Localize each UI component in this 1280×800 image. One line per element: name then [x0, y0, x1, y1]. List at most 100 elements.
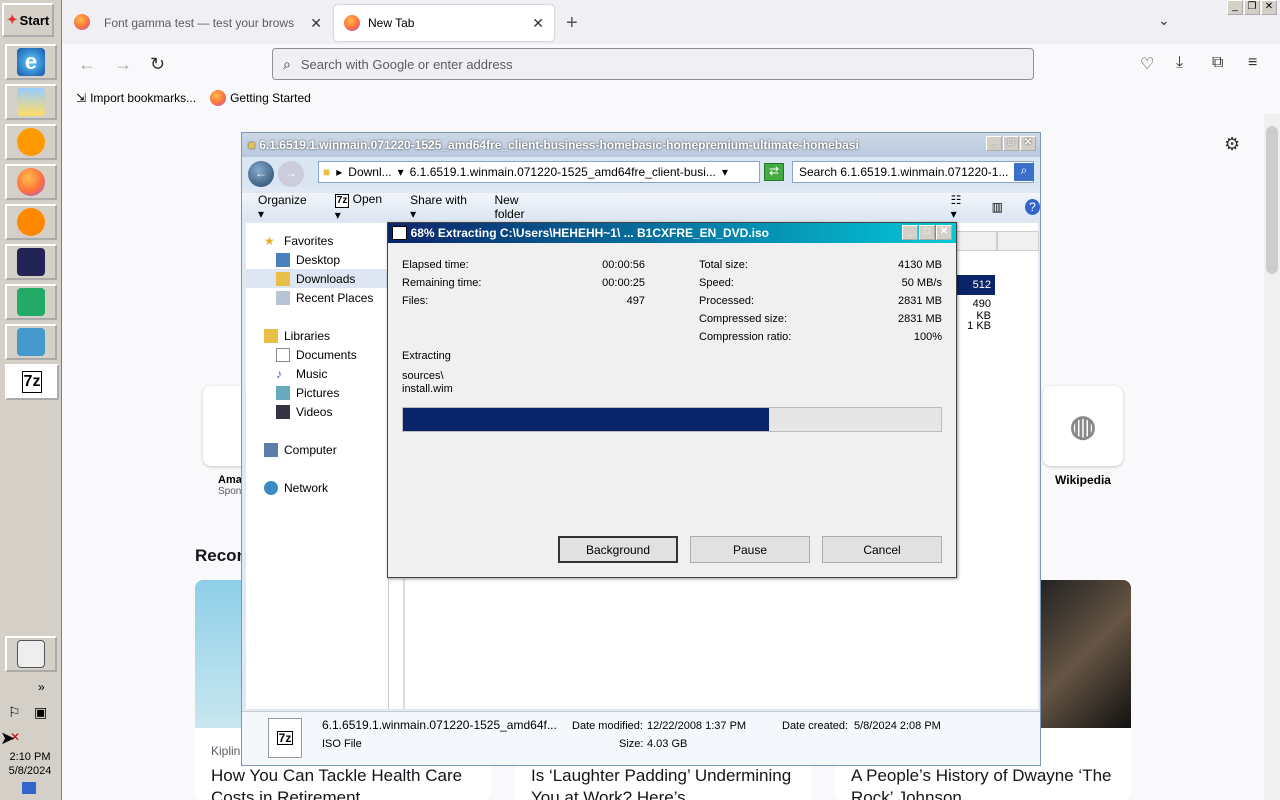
- nav-libraries[interactable]: Libraries: [264, 326, 406, 345]
- nav-downloads[interactable]: Downloads: [246, 269, 388, 288]
- shortcut-wikipedia-tile[interactable]: ◍: [1043, 386, 1123, 466]
- taskbar-ie-icon[interactable]: e: [5, 44, 57, 80]
- pocket-icon[interactable]: ♡: [1140, 54, 1154, 74]
- reload-icon[interactable]: ↻: [150, 54, 165, 75]
- dialog-title-bar[interactable]: 7z 68% Extracting C:\Users\HEHEHH~1\ ...…: [388, 223, 956, 243]
- taskbar-cpu-icon[interactable]: [5, 244, 57, 280]
- stat-label: Elapsed time:: [402, 259, 469, 271]
- close-tab-icon[interactable]: ✕: [310, 15, 322, 32]
- 7zip-icon: 7z: [334, 194, 350, 208]
- background-button[interactable]: Background: [558, 536, 678, 563]
- current-file: install.wim: [402, 383, 453, 395]
- desktop-icon: [276, 252, 290, 267]
- close-window-icon[interactable]: ✕: [1261, 0, 1277, 15]
- column-header[interactable]: [955, 231, 997, 251]
- back-arrow-icon[interactable]: ←: [248, 161, 274, 187]
- back-arrow-icon[interactable]: ←: [78, 54, 96, 75]
- new-folder-button[interactable]: New folder: [494, 193, 548, 221]
- help-icon[interactable]: ?: [1024, 199, 1040, 215]
- minimize-icon[interactable]: _: [1227, 0, 1243, 15]
- story-title[interactable]: Is ‘Laughter Padding’ Undermining You at…: [531, 765, 801, 800]
- organize-button[interactable]: Organize ▾: [258, 193, 313, 221]
- taskbar-explorer-icon[interactable]: [5, 84, 57, 120]
- close-tab-icon[interactable]: ✕: [532, 15, 544, 32]
- new-tab-plus-icon[interactable]: +: [566, 12, 578, 35]
- taskbar-7zip-icon[interactable]: 7z: [5, 364, 59, 400]
- breadcrumb-chevron-icon[interactable]: ▾: [398, 165, 404, 179]
- list-all-tabs-chevron-icon[interactable]: ⌄: [1158, 12, 1170, 29]
- tray-clock[interactable]: 2:10 PM 5/8/2024: [0, 750, 60, 778]
- nav-computer[interactable]: Computer: [264, 440, 406, 459]
- date-modified-value: 12/22/2008 1:37 PM: [647, 720, 747, 732]
- file-size-cell[interactable]: 490 KB: [955, 298, 995, 322]
- close-window-icon[interactable]: ✕: [1020, 136, 1036, 151]
- scrollbar-thumb[interactable]: [1266, 126, 1278, 274]
- taskbar-pen-icon[interactable]: [5, 636, 57, 672]
- close-window-icon[interactable]: ✕: [936, 225, 952, 240]
- nav-label: Pictures: [296, 385, 340, 400]
- refresh-icon[interactable]: ⇄: [764, 163, 784, 181]
- story-title[interactable]: How You Can Tackle Health Care Costs in …: [211, 765, 481, 800]
- taskbar-control-panel-icon[interactable]: [5, 324, 57, 360]
- minimize-icon[interactable]: _: [986, 136, 1002, 151]
- tab-new-tab[interactable]: New Tab ✕: [334, 5, 554, 41]
- taskbar-firefox-icon[interactable]: [5, 164, 57, 200]
- start-button[interactable]: ✦ Start: [2, 3, 54, 37]
- network-tray-icon[interactable]: ▣: [34, 704, 47, 721]
- file-size-cell-selected[interactable]: 512 KB: [955, 275, 995, 311]
- nav-label: Desktop: [296, 252, 341, 267]
- menu-hamburger-icon[interactable]: ≡: [1248, 54, 1257, 72]
- downloads-icon[interactable]: ⤓: [1176, 54, 1183, 72]
- import-icon: ⇲: [76, 91, 87, 105]
- show-desktop-icon[interactable]: [22, 782, 36, 794]
- maximize-icon[interactable]: □: [919, 225, 935, 240]
- forward-arrow-icon[interactable]: →: [114, 54, 132, 75]
- gear-icon[interactable]: ⚙: [1224, 134, 1240, 155]
- story-title[interactable]: A People’s History of Dwayne ‘The Rock’ …: [851, 765, 1121, 800]
- minimize-icon[interactable]: _: [902, 225, 918, 240]
- open-button[interactable]: 7z Open ▾: [334, 192, 388, 222]
- url-bar[interactable]: ⌕ Search with Google or enter address: [272, 48, 1034, 80]
- share-with-button[interactable]: Share with ▾: [410, 193, 472, 221]
- stat-value: 100%: [913, 331, 942, 343]
- wikipedia-globe-icon: ◍: [1069, 409, 1097, 443]
- taskbar-search-icon[interactable]: [5, 204, 57, 240]
- pictures-icon: [276, 385, 290, 400]
- preview-pane-icon[interactable]: ▥: [992, 200, 1003, 214]
- breadcrumb-chevron-icon[interactable]: ▾: [722, 165, 728, 179]
- explorer-search-input[interactable]: Search 6.1.6519.1.winmain.071220-1...: [792, 161, 1034, 183]
- breadcrumb-chevron-icon[interactable]: ▸: [336, 165, 342, 179]
- file-size-cell[interactable]: 1 KB: [955, 320, 995, 332]
- breadcrumb-current[interactable]: 6.1.6519.1.winmain.071220-1525_amd64fre_…: [410, 165, 716, 179]
- forward-arrow-icon[interactable]: →: [278, 161, 304, 187]
- bookmark-getting-started[interactable]: Getting Started: [210, 90, 311, 106]
- nav-favorites[interactable]: ★ Favorites: [264, 231, 406, 250]
- stat-value: 497: [626, 295, 645, 307]
- taskbar-monitor-icon[interactable]: [5, 284, 57, 320]
- taskbar-media-player-icon[interactable]: [5, 124, 57, 160]
- bookmark-import[interactable]: ⇲ Import bookmarks...: [76, 91, 196, 105]
- explorer-title-bar[interactable]: ■ 6.1.6519.1.winmain.071220-1525_amd64fr…: [242, 133, 1040, 157]
- nav-network[interactable]: Network: [264, 478, 406, 497]
- action-center-flag-icon[interactable]: ⚐: [8, 704, 21, 721]
- 7zip-extract-dialog: 7z 68% Extracting C:\Users\HEHEHH~1\ ...…: [387, 222, 957, 578]
- restore-icon[interactable]: ❐: [1244, 0, 1260, 15]
- window-controls: _ ❐ ✕: [1227, 0, 1277, 15]
- address-bar[interactable]: ■ ▸ Downl... ▾ 6.1.6519.1.winmain.071220…: [318, 161, 760, 183]
- start-label: Start: [19, 12, 50, 28]
- libraries-icon: [264, 328, 278, 343]
- pause-button[interactable]: Pause: [690, 536, 810, 563]
- clock-time: 2:10 PM: [9, 751, 51, 763]
- extensions-icon[interactable]: ⧉: [1212, 54, 1223, 72]
- cancel-button[interactable]: Cancel: [822, 536, 942, 563]
- column-header[interactable]: [997, 231, 1039, 251]
- breadcrumb-downloads[interactable]: Downl...: [348, 165, 391, 179]
- tab-font-gamma[interactable]: Font gamma test — test your browser's ✕: [70, 5, 332, 41]
- stat-label: Remaining time:: [402, 277, 482, 289]
- maximize-icon[interactable]: □: [1003, 136, 1019, 151]
- view-options-icon[interactable]: ☷ ▾: [951, 193, 970, 221]
- open-label: Open: [352, 192, 383, 206]
- shortcut-amazon-label: Ama Spon: [218, 474, 242, 498]
- tray-expand-chevron[interactable]: »: [38, 680, 45, 694]
- search-icon[interactable]: ⌕: [1014, 163, 1034, 181]
